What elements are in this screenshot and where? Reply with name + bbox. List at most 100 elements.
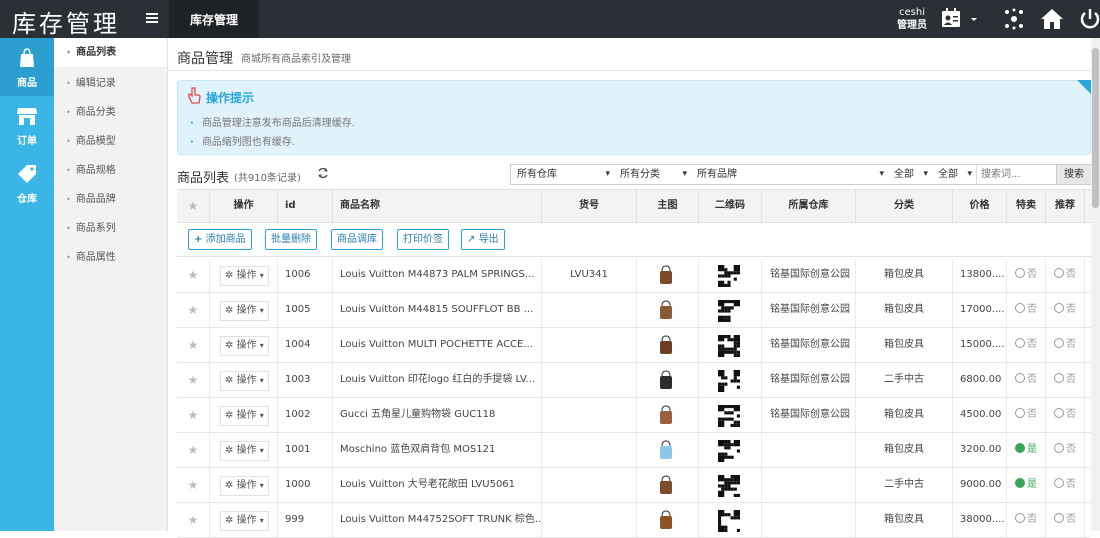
row-recommend[interactable]: 否	[1046, 398, 1085, 432]
row-op-dropdown[interactable]: ✲ 操作 ▾	[220, 336, 269, 356]
table-row[interactable]: ★ ✲ 操作 ▾ 1006 Louis Vuitton M44873 PALM SPR…	[177, 258, 1091, 293]
product-thumbnail[interactable]	[657, 299, 675, 321]
subnav-item-brand[interactable]: 商品品牌	[54, 185, 167, 214]
row-recommend[interactable]: 否	[1046, 433, 1085, 467]
qr-code-icon[interactable]	[718, 265, 740, 287]
product-thumbnail[interactable]	[657, 474, 675, 496]
product-thumbnail[interactable]	[657, 264, 675, 286]
table-row[interactable]: ★ ✲ 操作 ▾ 1001 Moschino 蓝色双肩背包 MOS121 箱包皮具 320…	[177, 433, 1091, 468]
category-select[interactable]: 所有分类	[614, 165, 691, 184]
top-tab-inventory[interactable]: 库存管理	[169, 0, 259, 38]
header-price[interactable]: 价格	[953, 190, 1007, 222]
subnav-item-model[interactable]: 商品模型	[54, 127, 167, 156]
header-id[interactable]: id	[278, 190, 333, 222]
refresh-icon[interactable]	[316, 166, 330, 180]
row-recommend[interactable]: 否	[1046, 258, 1085, 292]
header-special[interactable]: 特卖	[1007, 190, 1046, 222]
row-special[interactable]: 否	[1007, 398, 1046, 432]
search-button[interactable]: 搜索	[1056, 164, 1092, 185]
export-button[interactable]: ↗ 导出	[461, 229, 505, 250]
chevron-down-icon[interactable]	[968, 7, 980, 31]
scrollbar-thumb[interactable]	[1092, 48, 1099, 208]
row-name[interactable]: Moschino 蓝色双肩背包 MOS121	[333, 433, 542, 467]
row-op-dropdown[interactable]: ✲ 操作 ▾	[220, 406, 269, 426]
row-special[interactable]: 否	[1007, 328, 1046, 362]
add-goods-button[interactable]: + 添加商品	[188, 229, 252, 250]
user-card-icon[interactable]	[940, 7, 964, 31]
sidebar-item-warehouse[interactable]: 仓库	[0, 154, 54, 212]
network-icon[interactable]	[1002, 7, 1026, 31]
table-row[interactable]: ★ ✲ 操作 ▾ 1000 Louis Vuitton 大号老花敞田 LVU5061 二…	[177, 468, 1091, 503]
row-star[interactable]: ★	[177, 503, 210, 537]
row-name[interactable]: Louis Vuitton M44815 SOUFFLOT BB ...	[333, 293, 542, 327]
qr-code-icon[interactable]	[718, 300, 740, 322]
filter-select-all-1[interactable]: 全部	[888, 165, 932, 184]
table-row[interactable]: ★ ✲ 操作 ▾ 1003 Louis Vuitton 印花logo 红白的手提袋 L…	[177, 363, 1091, 398]
row-special[interactable]: 否	[1007, 258, 1046, 292]
row-op-dropdown[interactable]: ✲ 操作 ▾	[220, 301, 269, 321]
subnav-item-goods-list[interactable]: 商品列表	[54, 38, 167, 67]
subnav-item-spec[interactable]: 商品规格	[54, 156, 167, 185]
header-sku[interactable]: 货号	[542, 190, 637, 222]
qr-code-icon[interactable]	[718, 405, 740, 427]
sidebar-item-orders[interactable]: 订单	[0, 96, 54, 154]
product-thumbnail[interactable]	[657, 439, 675, 461]
sidebar-item-goods[interactable]: 商品	[0, 38, 54, 96]
subnav-item-category[interactable]: 商品分类	[54, 98, 167, 127]
brand-select[interactable]: 所有品牌	[691, 165, 888, 184]
row-special[interactable]: 否	[1007, 503, 1046, 537]
qr-code-icon[interactable]	[718, 475, 740, 497]
table-row[interactable]: ★ ✲ 操作 ▾ 1005 Louis Vuitton M44815 SOUFFLOT…	[177, 293, 1091, 328]
warehouse-select[interactable]: 所有仓库	[511, 165, 614, 184]
qr-code-icon[interactable]	[718, 370, 740, 392]
subnav-item-series[interactable]: 商品系列	[54, 214, 167, 243]
product-thumbnail[interactable]	[657, 369, 675, 391]
scrollbar[interactable]	[1091, 38, 1100, 531]
menu-toggle-icon[interactable]	[146, 13, 158, 24]
search-input[interactable]	[976, 165, 1056, 184]
row-name[interactable]: Louis Vuitton M44752SOFT TRUNK 棕色...	[333, 503, 542, 537]
product-thumbnail[interactable]	[657, 334, 675, 356]
row-special[interactable]: 否	[1007, 293, 1046, 327]
user-info[interactable]: ceshi 管理员	[890, 6, 934, 32]
row-op-dropdown[interactable]: ✲ 操作 ▾	[220, 476, 269, 496]
header-category[interactable]: 分类	[856, 190, 953, 222]
header-recommend[interactable]: 推荐	[1046, 190, 1085, 222]
row-name[interactable]: Gucci 五角星儿童购物袋 GUC118	[333, 398, 542, 432]
row-star[interactable]: ★	[177, 258, 210, 292]
row-name[interactable]: Louis Vuitton 大号老花敞田 LVU5061	[333, 468, 542, 502]
row-star[interactable]: ★	[177, 398, 210, 432]
row-recommend[interactable]: 否	[1046, 363, 1085, 397]
row-special[interactable]: 否	[1007, 363, 1046, 397]
row-op-dropdown[interactable]: ✲ 操作 ▾	[220, 371, 269, 391]
row-name[interactable]: Louis Vuitton M44873 PALM SPRINGS...	[333, 258, 542, 292]
product-thumbnail[interactable]	[657, 404, 675, 426]
row-recommend[interactable]: 否	[1046, 503, 1085, 537]
power-icon[interactable]	[1078, 7, 1100, 31]
transfer-goods-button[interactable]: 商品调库	[331, 229, 383, 250]
qr-code-icon[interactable]	[718, 335, 740, 357]
header-name[interactable]: 商品名称	[333, 190, 542, 222]
qr-code-icon[interactable]	[718, 510, 740, 532]
row-special[interactable]: 是	[1007, 468, 1046, 502]
row-star[interactable]: ★	[177, 468, 210, 502]
print-label-button[interactable]: 打印价签	[397, 229, 449, 250]
row-op-dropdown[interactable]: ✲ 操作 ▾	[220, 511, 269, 531]
row-name[interactable]: Louis Vuitton MULTI POCHETTE ACCE...	[333, 328, 542, 362]
row-special[interactable]: 是	[1007, 433, 1046, 467]
row-star[interactable]: ★	[177, 293, 210, 327]
batch-delete-button[interactable]: 批量删除	[265, 229, 317, 250]
row-star[interactable]: ★	[177, 363, 210, 397]
row-op-dropdown[interactable]: ✲ 操作 ▾	[220, 266, 269, 286]
home-icon[interactable]	[1040, 7, 1064, 31]
table-row[interactable]: ★ ✲ 操作 ▾ 1002 Gucci 五角星儿童购物袋 GUC118 铭基国际创意公园…	[177, 398, 1091, 433]
row-recommend[interactable]: 否	[1046, 293, 1085, 327]
header-warehouse[interactable]: 所属仓库	[762, 190, 856, 222]
subnav-item-attribute[interactable]: 商品属性	[54, 243, 167, 272]
product-thumbnail[interactable]	[657, 509, 675, 531]
table-row[interactable]: ★ ✲ 操作 ▾ 999 Louis Vuitton M44752SOFT TRUNK…	[177, 503, 1091, 538]
row-name[interactable]: Louis Vuitton 印花logo 红白的手提袋 LV...	[333, 363, 542, 397]
table-row[interactable]: ★ ✲ 操作 ▾ 1004 Louis Vuitton MULTI POCHETTE …	[177, 328, 1091, 363]
row-recommend[interactable]: 否	[1046, 468, 1085, 502]
filter-select-all-2[interactable]: 全部	[932, 165, 976, 184]
